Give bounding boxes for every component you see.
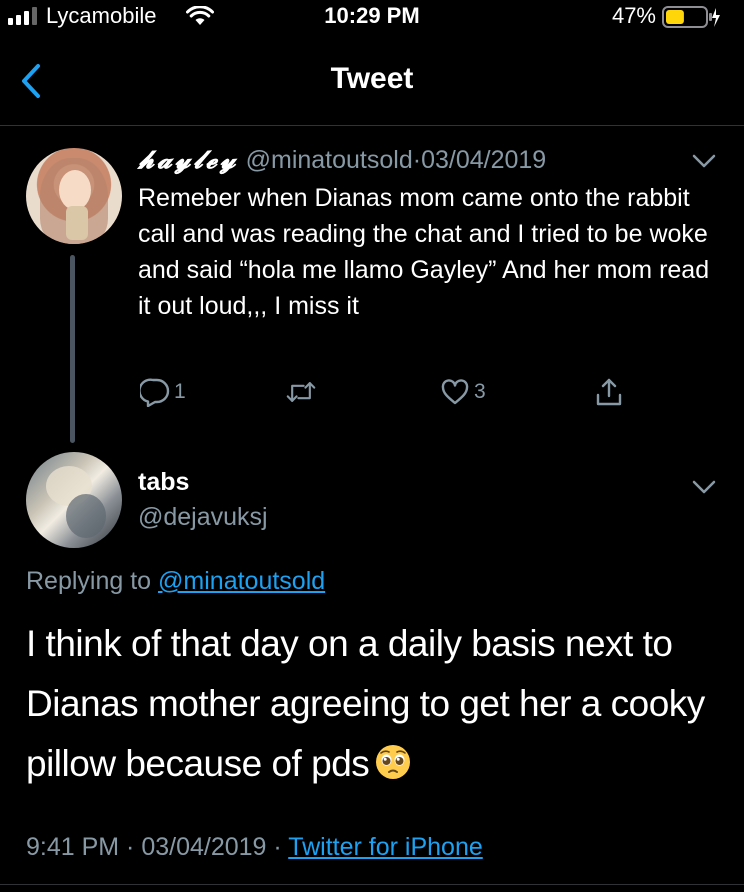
chevron-down-icon[interactable] — [692, 479, 716, 495]
reply-button[interactable]: 1 — [140, 375, 186, 409]
separator-dot: · — [119, 833, 142, 861]
reply-icon — [140, 378, 170, 407]
tweet-source-link[interactable]: Twitter for iPhone — [288, 833, 483, 861]
status-bar: Lycamobile 10:29 PM 47% — [0, 0, 744, 36]
divider — [0, 884, 744, 885]
battery-level-fill — [666, 10, 684, 24]
pleading-face-emoji-icon — [376, 745, 411, 779]
share-button[interactable] — [594, 375, 624, 409]
thread-connector-line — [70, 255, 75, 443]
battery-percent: 47% — [611, 3, 656, 28]
retweet-button[interactable] — [286, 375, 320, 409]
user-handle[interactable]: @dejavuksj — [138, 499, 268, 535]
replying-to-line: Replying to @minatoutsold — [26, 563, 325, 599]
tweet-date: 03/04/2019 — [421, 146, 547, 174]
battery-charging-icon — [662, 6, 720, 28]
replying-to-link[interactable]: @minatoutsold — [158, 567, 325, 595]
tweet-meta: 9:41 PM · 03/04/2019 · Twitter for iPhon… — [26, 829, 483, 865]
share-icon — [596, 378, 622, 406]
chevron-down-icon[interactable] — [692, 153, 716, 169]
tweet-date: 03/04/2019 — [141, 833, 267, 861]
avatar[interactable] — [26, 452, 122, 548]
replying-to-label: Replying to — [26, 567, 159, 595]
heart-icon — [441, 379, 469, 405]
separator-dot: · — [266, 833, 289, 861]
avatar[interactable] — [26, 148, 122, 244]
main-tweet-text: I think of that day on a daily basis nex… — [26, 614, 726, 794]
page-title: Tweet — [330, 62, 414, 95]
tweet-text: I think of that day on a daily basis nex… — [26, 623, 705, 784]
display-name[interactable]: 𝓱𝓪𝔂𝓵𝓮𝔂 — [138, 145, 239, 174]
tweet-header: 𝓱𝓪𝔂𝓵𝓮𝔂 @minatoutsold·03/04/2019 — [138, 142, 546, 178]
reply-count: 1 — [174, 380, 186, 403]
like-button[interactable]: 3 — [440, 375, 486, 409]
user-handle[interactable]: @minatoutsold — [246, 146, 413, 174]
tweet-time: 9:41 PM — [26, 833, 120, 861]
display-name[interactable]: tabs — [138, 464, 189, 500]
like-count: 3 — [474, 380, 486, 403]
tweet-text: Remeber when Dianas mom came onto the ra… — [138, 184, 710, 320]
navigation-bar: Tweet — [0, 36, 744, 126]
retweet-icon — [286, 382, 316, 402]
separator-dot: · — [412, 146, 422, 174]
